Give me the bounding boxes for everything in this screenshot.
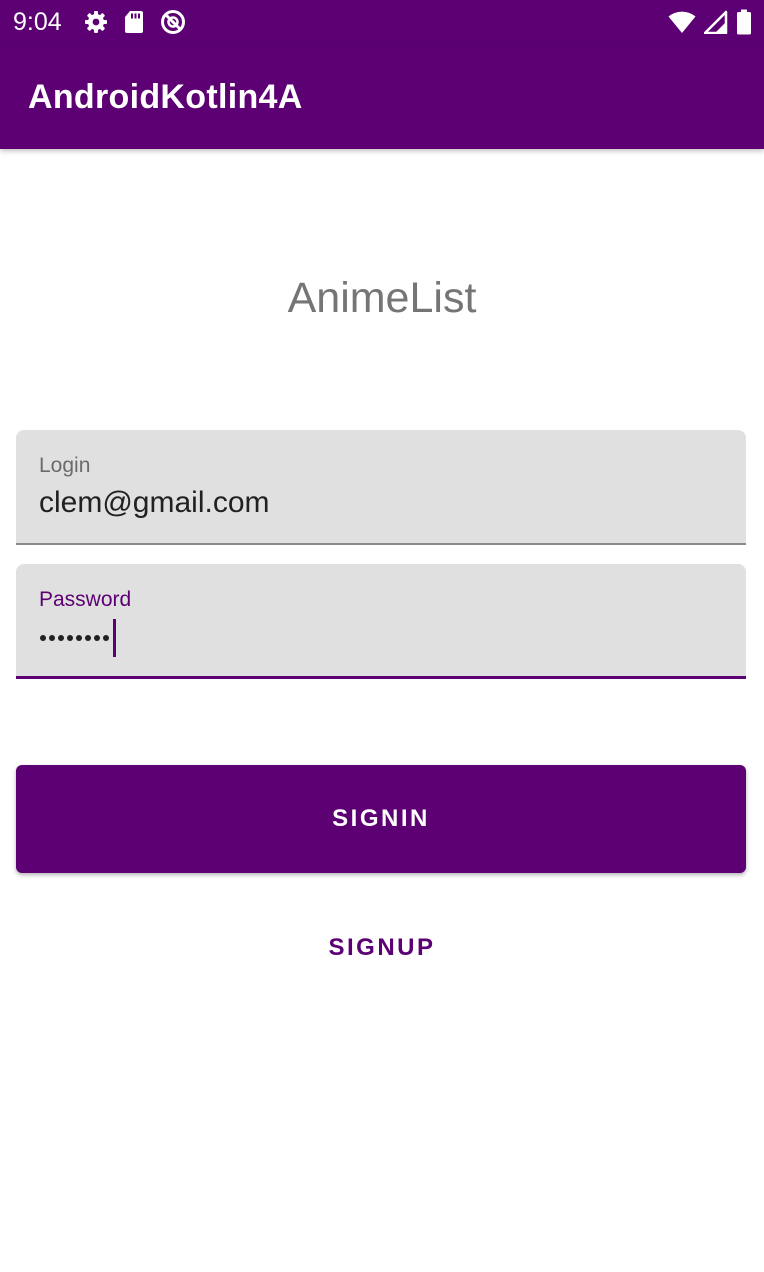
password-input[interactable] xyxy=(40,619,116,657)
password-dot xyxy=(103,635,109,641)
password-dot xyxy=(49,635,55,641)
password-field[interactable]: Password xyxy=(16,564,746,679)
sd-card-icon xyxy=(125,11,143,33)
status-icons-right xyxy=(668,9,752,35)
status-icons-left xyxy=(84,9,186,35)
app-bar: AndroidKotlin4A xyxy=(0,44,764,149)
wifi-icon xyxy=(668,11,696,33)
signup-button[interactable]: SIGNUP xyxy=(282,916,482,980)
cell-signal-icon xyxy=(704,10,728,34)
do-not-disturb-icon xyxy=(161,10,185,34)
password-dot xyxy=(67,635,73,641)
signin-button[interactable]: SIGNIN xyxy=(16,765,746,873)
text-cursor xyxy=(113,619,116,657)
login-label: Login xyxy=(39,454,91,477)
password-dot xyxy=(76,635,82,641)
password-dot xyxy=(94,635,100,641)
password-dot xyxy=(85,635,91,641)
app-title: AndroidKotlin4A xyxy=(28,78,303,116)
password-dot xyxy=(58,635,64,641)
password-dot xyxy=(40,635,46,641)
headline: AnimeList xyxy=(287,274,477,322)
login-input[interactable]: clem@gmail.com xyxy=(39,486,270,520)
password-label: Password xyxy=(39,588,132,611)
settings-icon xyxy=(85,11,107,33)
status-bar: 9:04 xyxy=(0,0,764,44)
status-time: 9:04 xyxy=(13,8,62,36)
battery-icon xyxy=(737,9,751,35)
login-field[interactable]: Login clem@gmail.com xyxy=(16,430,746,545)
